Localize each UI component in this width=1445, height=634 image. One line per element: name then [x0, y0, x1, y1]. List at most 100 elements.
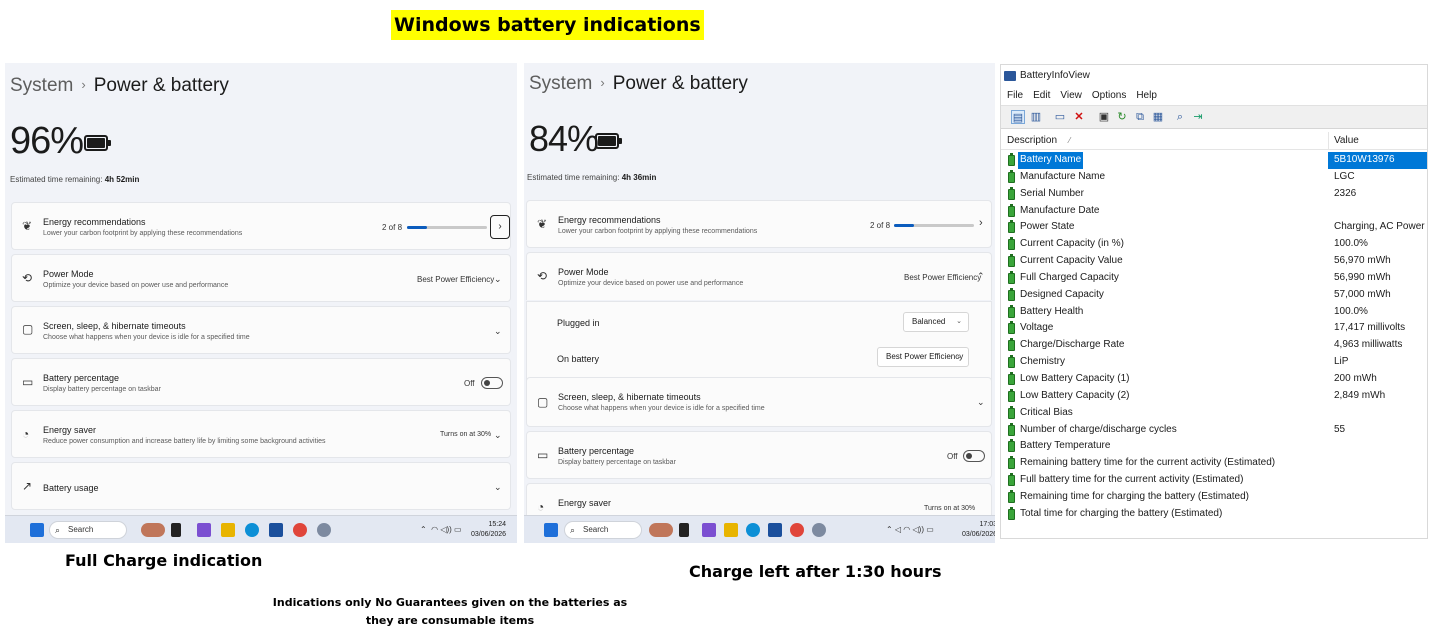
table-row[interactable]: Current Capacity Value 56,970 mWh — [1001, 253, 1427, 270]
energy-recommendations-card[interactable]: ❦ Energy recommendations Lower your carb… — [11, 202, 511, 250]
chrome-icon[interactable] — [293, 523, 307, 537]
screen-sleep-card[interactable]: ▢ Screen, sleep, & hibernate timeouts Ch… — [11, 306, 511, 354]
chevron-right-icon[interactable]: › — [979, 217, 983, 229]
table-row[interactable]: Full battery time for the current activi… — [1001, 472, 1427, 489]
table-row[interactable]: Battery Name 5B10W13976 — [1001, 152, 1427, 169]
power-mode-value[interactable]: Best Power Efficiency — [417, 275, 494, 284]
table-row[interactable]: Battery Health 100.0% — [1001, 304, 1427, 321]
menu-view[interactable]: View — [1060, 90, 1082, 101]
store-icon[interactable] — [269, 523, 283, 537]
table-row[interactable]: Critical Bias — [1001, 405, 1427, 422]
battery-view-icon[interactable]: ▥ — [1029, 110, 1043, 124]
start-icon[interactable] — [544, 523, 558, 537]
chevron-down-icon[interactable]: ⌄ — [494, 326, 502, 337]
app-icon[interactable] — [197, 523, 211, 537]
column-description[interactable]: Description — [1007, 132, 1057, 150]
properties-icon[interactable]: ▦ — [1151, 110, 1165, 124]
on-battery-select[interactable]: Best Power Efficiency ⌄ — [877, 347, 969, 367]
menu-edit[interactable]: Edit — [1033, 90, 1050, 101]
energy-recommendations-card[interactable]: ❦ Energy recommendations Lower your carb… — [526, 200, 992, 248]
chevron-down-icon[interactable]: ⌄ — [977, 397, 985, 408]
chevron-right-icon[interactable]: › — [490, 215, 510, 239]
table-row[interactable]: Manufacture Name LGC — [1001, 169, 1427, 186]
power-mode-card[interactable]: ⟲ Power Mode Optimize your device based … — [526, 252, 992, 300]
edge-icon[interactable] — [245, 523, 259, 537]
list-view-icon[interactable]: ▤ — [1011, 110, 1025, 124]
task-view-icon[interactable] — [171, 523, 181, 537]
edge-icon[interactable] — [746, 523, 760, 537]
refresh-icon[interactable]: ↻ — [1115, 110, 1129, 124]
copy-icon[interactable]: ⧉ — [1133, 110, 1147, 124]
power-mode-card[interactable]: ⟲ Power Mode Optimize your device based … — [11, 254, 511, 302]
battery-icon — [595, 133, 622, 149]
table-row[interactable]: Remaining time for charging the battery … — [1001, 489, 1427, 506]
battery-icon — [84, 135, 111, 151]
chevron-down-icon[interactable]: ⌄ — [494, 430, 502, 441]
table-row[interactable]: Full Charged Capacity 56,990 mWh — [1001, 270, 1427, 287]
plugged-in-select[interactable]: Balanced ⌄ — [903, 312, 969, 332]
menu-options[interactable]: Options — [1092, 90, 1126, 101]
chrome-icon[interactable] — [790, 523, 804, 537]
table-row[interactable]: Total time for charging the battery (Est… — [1001, 506, 1427, 523]
chevron-down-icon[interactable]: ⌄ — [494, 274, 502, 285]
table-row[interactable]: Designed Capacity 57,000 mWh — [1001, 287, 1427, 304]
clock-date: 03/06/2026 — [962, 531, 995, 538]
table-row[interactable]: Chemistry LiP — [1001, 354, 1427, 371]
menu-file[interactable]: File — [1007, 90, 1023, 101]
store-icon[interactable] — [768, 523, 782, 537]
system-tray[interactable]: ⌃ ◠ ◁)) ▭ — [420, 525, 462, 534]
table-row[interactable]: Serial Number 2326 — [1001, 186, 1427, 203]
toolbar: ▤ ▥ ▭ ✕ ▣ ↻ ⧉ ▦ ⌕ ⇥ — [1001, 105, 1427, 129]
taskbar-clock[interactable]: 17:03 03/06/2026 — [962, 520, 995, 540]
table-row[interactable]: Power State Charging, AC Power — [1001, 219, 1427, 236]
table-row[interactable]: Remaining battery time for the current a… — [1001, 455, 1427, 472]
breadcrumb-system[interactable]: System — [10, 75, 73, 96]
table-row[interactable]: Voltage 17,417 millivolts — [1001, 320, 1427, 337]
toggle-state: Off — [464, 379, 475, 388]
task-view-icon[interactable] — [679, 523, 689, 537]
taskbar-clock[interactable]: 15:24 03/06/2026 — [471, 520, 506, 540]
table-row[interactable]: Charge/Discharge Rate 4,963 milliwatts — [1001, 337, 1427, 354]
menu-help[interactable]: Help — [1136, 90, 1157, 101]
battery-percentage-toggle[interactable] — [963, 450, 985, 462]
start-icon[interactable] — [30, 523, 44, 537]
table-row[interactable]: Number of charge/discharge cycles 55 — [1001, 422, 1427, 439]
folder-icon[interactable] — [724, 523, 738, 537]
app-icon[interactable] — [702, 523, 716, 537]
delete-icon[interactable]: ✕ — [1072, 110, 1086, 124]
settings-icon[interactable] — [812, 523, 826, 537]
table-row[interactable]: Low Battery Capacity (1) 200 mWh — [1001, 371, 1427, 388]
folder-icon[interactable] — [221, 523, 235, 537]
exit-icon[interactable]: ⇥ — [1191, 110, 1205, 124]
save-icon[interactable]: ▣ — [1097, 110, 1111, 124]
find-icon[interactable]: ⌕ — [1173, 110, 1187, 124]
column-value[interactable]: Value — [1334, 132, 1359, 150]
table-row[interactable]: Battery Temperature — [1001, 438, 1427, 455]
recommendation-progress — [407, 226, 487, 229]
taskbar-search[interactable]: ⌕ Search — [564, 521, 642, 539]
taskbar-search[interactable]: ⌕ Search — [49, 521, 127, 539]
system-tray[interactable]: ⌃ ◁ ◠ ◁)) ▭ — [886, 525, 934, 534]
battery-icon — [1008, 506, 1015, 520]
battery-percentage-card: ▭ Battery percentage Display battery per… — [526, 431, 992, 479]
card-desc: Optimize your device based on power use … — [43, 282, 229, 289]
energy-saver-card[interactable]: ◔ Energy saver Reduce power consumption … — [11, 410, 511, 458]
clock-date: 03/06/2026 — [471, 531, 507, 538]
table-row[interactable]: Current Capacity (in %) 100.0% — [1001, 236, 1427, 253]
row-value: 100.0% — [1334, 238, 1368, 250]
table-row[interactable]: Manufacture Date — [1001, 203, 1427, 220]
window-icon[interactable]: ▭ — [1053, 110, 1067, 124]
screen-sleep-card[interactable]: ▢ Screen, sleep, & hibernate timeouts Ch… — [526, 377, 992, 427]
chevron-up-icon[interactable]: ⌃ — [977, 271, 985, 282]
widgets-icon[interactable] — [649, 523, 673, 537]
battery-percentage-toggle[interactable] — [481, 377, 503, 389]
card-title: Battery percentage — [43, 373, 120, 383]
breadcrumb-system[interactable]: System — [529, 73, 592, 94]
row-value: 2326 — [1334, 187, 1357, 199]
settings-icon[interactable] — [317, 523, 331, 537]
column-divider[interactable] — [1328, 132, 1329, 150]
battery-usage-card[interactable]: ↗ Battery usage ⌄ — [11, 462, 511, 510]
chevron-down-icon[interactable]: ⌄ — [494, 482, 502, 493]
table-row[interactable]: Low Battery Capacity (2) 2,849 mWh — [1001, 388, 1427, 405]
widgets-icon[interactable] — [141, 523, 165, 537]
